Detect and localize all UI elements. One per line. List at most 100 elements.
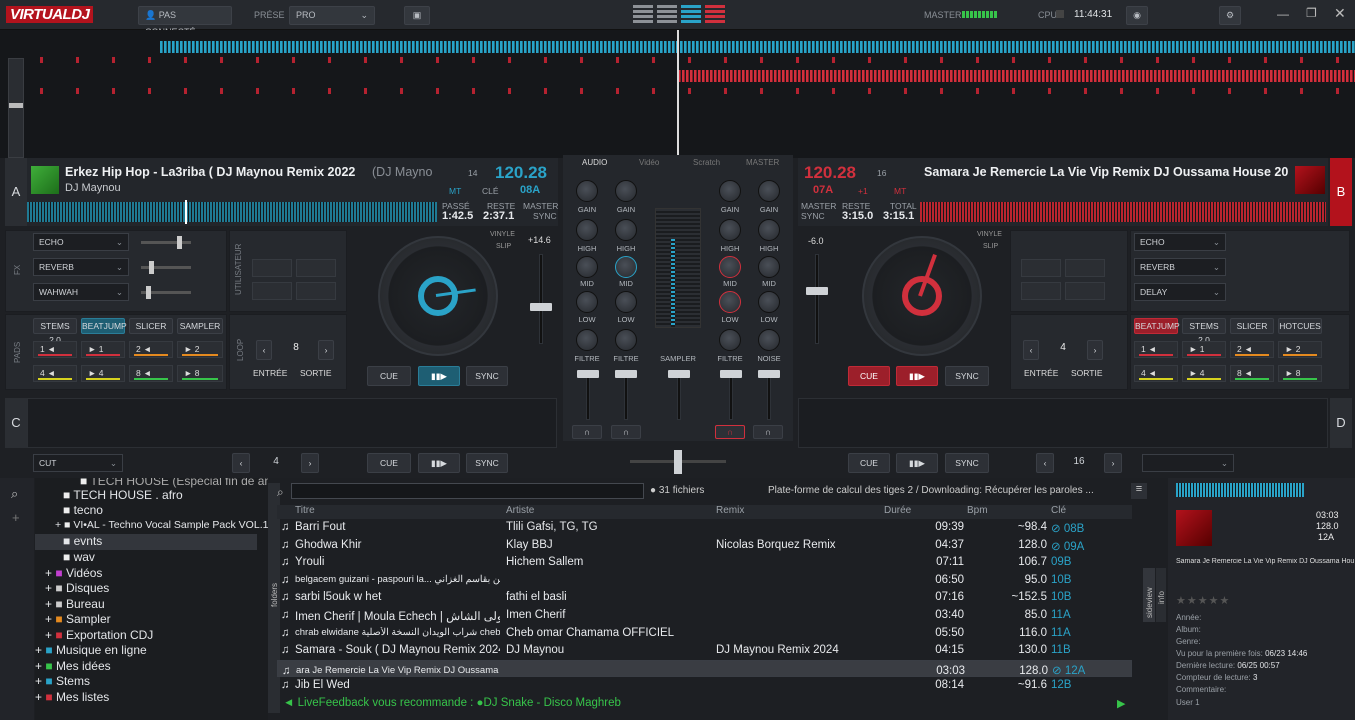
fx3-slider[interactable]: [141, 286, 191, 299]
deck-b-mt[interactable]: MT: [894, 186, 906, 196]
pads-tab-stems[interactable]: STEMS 2.0: [33, 318, 77, 345]
pad-1[interactable]: 1 ◄: [1134, 341, 1178, 358]
box-icon[interactable]: ▣: [404, 6, 430, 25]
loop-half-button[interactable]: ‹: [256, 340, 272, 360]
mixer-tab-video[interactable]: Vidéo: [639, 158, 659, 167]
loop-half-button[interactable]: ‹: [1023, 340, 1039, 360]
table-row[interactable]: ♫ chrab elwidane شراب الويدان النسخة الأص…: [277, 625, 1132, 643]
add-icon[interactable]: +: [12, 510, 20, 525]
deck-a-pitch-cap[interactable]: [530, 303, 552, 311]
deck-a-overview-waveform[interactable]: [27, 202, 437, 222]
mid-knob-b2[interactable]: [758, 256, 780, 278]
table-row[interactable]: ♫ Imen Cherif | Moula Echech | مولى الشاش…: [277, 607, 1132, 625]
maximize-icon[interactable]: ❐: [1306, 6, 1317, 20]
deck-a-cue-button[interactable]: CUE: [367, 366, 411, 386]
minimize-icon[interactable]: —: [1277, 7, 1289, 21]
deck-c-play[interactable]: ▮▮▶: [418, 453, 460, 473]
pads-tab-stems[interactable]: STEMS 2.0: [1182, 318, 1226, 345]
info-waveform[interactable]: [1176, 483, 1304, 497]
pad-6[interactable]: ► 4: [1182, 365, 1226, 382]
search-icon[interactable]: ⌕: [11, 486, 18, 502]
deck-a-letter[interactable]: A: [5, 158, 27, 226]
user-pad-3[interactable]: [1021, 282, 1061, 300]
table-row[interactable]: ♫ Yrouli Hichem Sallem 07:11 106.7 09B: [277, 554, 1132, 572]
sampler-fader[interactable]: [677, 372, 681, 420]
mid-knob-a2[interactable]: [615, 256, 637, 278]
loop-double-button[interactable]: ›: [1087, 340, 1103, 360]
deck-b-letter[interactable]: B: [1330, 158, 1352, 226]
layout-selector[interactable]: [633, 5, 725, 25]
pad-3[interactable]: 2 ◄: [1230, 341, 1274, 358]
tree-item[interactable]: ■ tecno: [63, 503, 103, 517]
deck-b-play-button[interactable]: ▮▮▶: [896, 366, 938, 386]
table-row[interactable]: ♫ Barri Fout Tlili Gafsi, TG, TG 09:39 ~98.4…: [277, 519, 1132, 537]
tree-item[interactable]: + ■ Disques: [45, 581, 109, 595]
loop-size[interactable]: 4: [1043, 342, 1083, 353]
loop-double-button[interactable]: ›: [318, 340, 334, 360]
low-knob-b2[interactable]: [758, 291, 780, 313]
channel-fader-a1[interactable]: [586, 372, 590, 420]
tree-item[interactable]: + ■ Bureau: [45, 597, 105, 611]
filter-knob-b1[interactable]: [719, 329, 741, 351]
deck-c-letter[interactable]: C: [5, 398, 27, 448]
mid-knob-a1[interactable]: [576, 256, 598, 278]
pad-4[interactable]: ► 2: [1278, 341, 1322, 358]
pads-tab-beatjump[interactable]: BEATJUMP: [1134, 318, 1180, 334]
deck-c-fx-select[interactable]: CUT ⌄: [33, 454, 123, 472]
loop-out-button[interactable]: SORTIE: [1071, 368, 1103, 378]
channel-fader-a2[interactable]: [624, 372, 628, 420]
deck-a-sync-button[interactable]: SYNC: [466, 366, 508, 386]
deck-c-loop[interactable]: 4: [255, 456, 297, 467]
channel-fader-b1[interactable]: [729, 372, 733, 420]
col-key[interactable]: Clé: [1051, 505, 1066, 516]
user-pad-2[interactable]: [1065, 259, 1105, 277]
tree-item[interactable]: + ■ Mes idées: [35, 659, 111, 673]
mid-knob-b1[interactable]: [719, 256, 741, 278]
table-row[interactable]: ♫ Jib El Wed 08:14 ~91.6 12B: [277, 677, 1132, 695]
loop-out-button[interactable]: SORTIE: [300, 368, 332, 378]
gain-knob-b1[interactable]: [719, 180, 741, 202]
pads-tab-sampler[interactable]: SAMPLER: [177, 318, 223, 334]
pad-6[interactable]: ► 4: [81, 365, 125, 382]
deck-b-jogwheel[interactable]: [862, 236, 982, 356]
deck-d-loop-double[interactable]: ›: [1104, 453, 1122, 473]
channel-fader-cap[interactable]: [720, 370, 742, 378]
loop-in-button[interactable]: ENTRÉE: [253, 368, 287, 378]
pad-2[interactable]: ► 1: [1182, 341, 1226, 358]
loop-in-button[interactable]: ENTRÉE: [1024, 368, 1058, 378]
headphone-icon[interactable]: ∩: [715, 425, 745, 439]
tree-item[interactable]: + ■ VI•AL - Techno Vocal Sample Pack VOL…: [55, 519, 268, 531]
col-remix[interactable]: Remix: [716, 505, 744, 516]
table-row[interactable]: ♫ Samara - Souk ( DJ Maynou Remix 2024 ) D…: [277, 642, 1132, 660]
table-row[interactable]: ♫ belgacem guizani - paspouri la... أغاني…: [277, 572, 1132, 590]
high-knob-a2[interactable]: [615, 219, 637, 241]
info-tab[interactable]: info: [1156, 568, 1166, 622]
tree-item[interactable]: + ■ Musique en ligne: [35, 643, 147, 657]
table-row[interactable]: ♫ Ghodwa Khir Klay BBJ Nicolas Borquez Remi…: [277, 537, 1132, 555]
channel-fader-cap[interactable]: [577, 370, 599, 378]
gain-knob-a1[interactable]: [576, 180, 598, 202]
gear-icon[interactable]: ⚙: [1219, 6, 1241, 25]
record-icon[interactable]: ◉: [1126, 6, 1148, 25]
main-waveform[interactable]: [0, 30, 1355, 158]
pad-1[interactable]: 1 ◄: [33, 341, 77, 358]
pad-3[interactable]: 2 ◄: [129, 341, 173, 358]
deck-c-loop-half[interactable]: ‹: [232, 453, 250, 473]
deck-b-pitch-slider[interactable]: [815, 254, 819, 344]
gain-knob-a2[interactable]: [615, 180, 637, 202]
low-knob-b1[interactable]: [719, 291, 741, 313]
fx1-select[interactable]: ECHO ⌄: [1134, 233, 1226, 251]
crossfader[interactable]: [630, 450, 726, 474]
gain-knob-b2[interactable]: [758, 180, 780, 202]
tree-item[interactable]: + ■ Sampler: [45, 612, 111, 626]
deck-d-play[interactable]: ▮▮▶: [896, 453, 938, 473]
mixer-tab-master[interactable]: MASTER: [746, 158, 779, 167]
deck-c-cue[interactable]: CUE: [367, 453, 411, 473]
deck-b-pitch-cap[interactable]: [806, 287, 828, 295]
col-artist[interactable]: Artiste: [506, 505, 534, 516]
deck-d-cue[interactable]: CUE: [848, 453, 890, 473]
pad-5[interactable]: 4 ◄: [1134, 365, 1178, 382]
pads-tab-beatjump[interactable]: BEATJUMP: [81, 318, 127, 334]
mixer-tab-audio[interactable]: AUDIO: [582, 158, 607, 167]
play-icon[interactable]: ▶: [1117, 697, 1125, 710]
